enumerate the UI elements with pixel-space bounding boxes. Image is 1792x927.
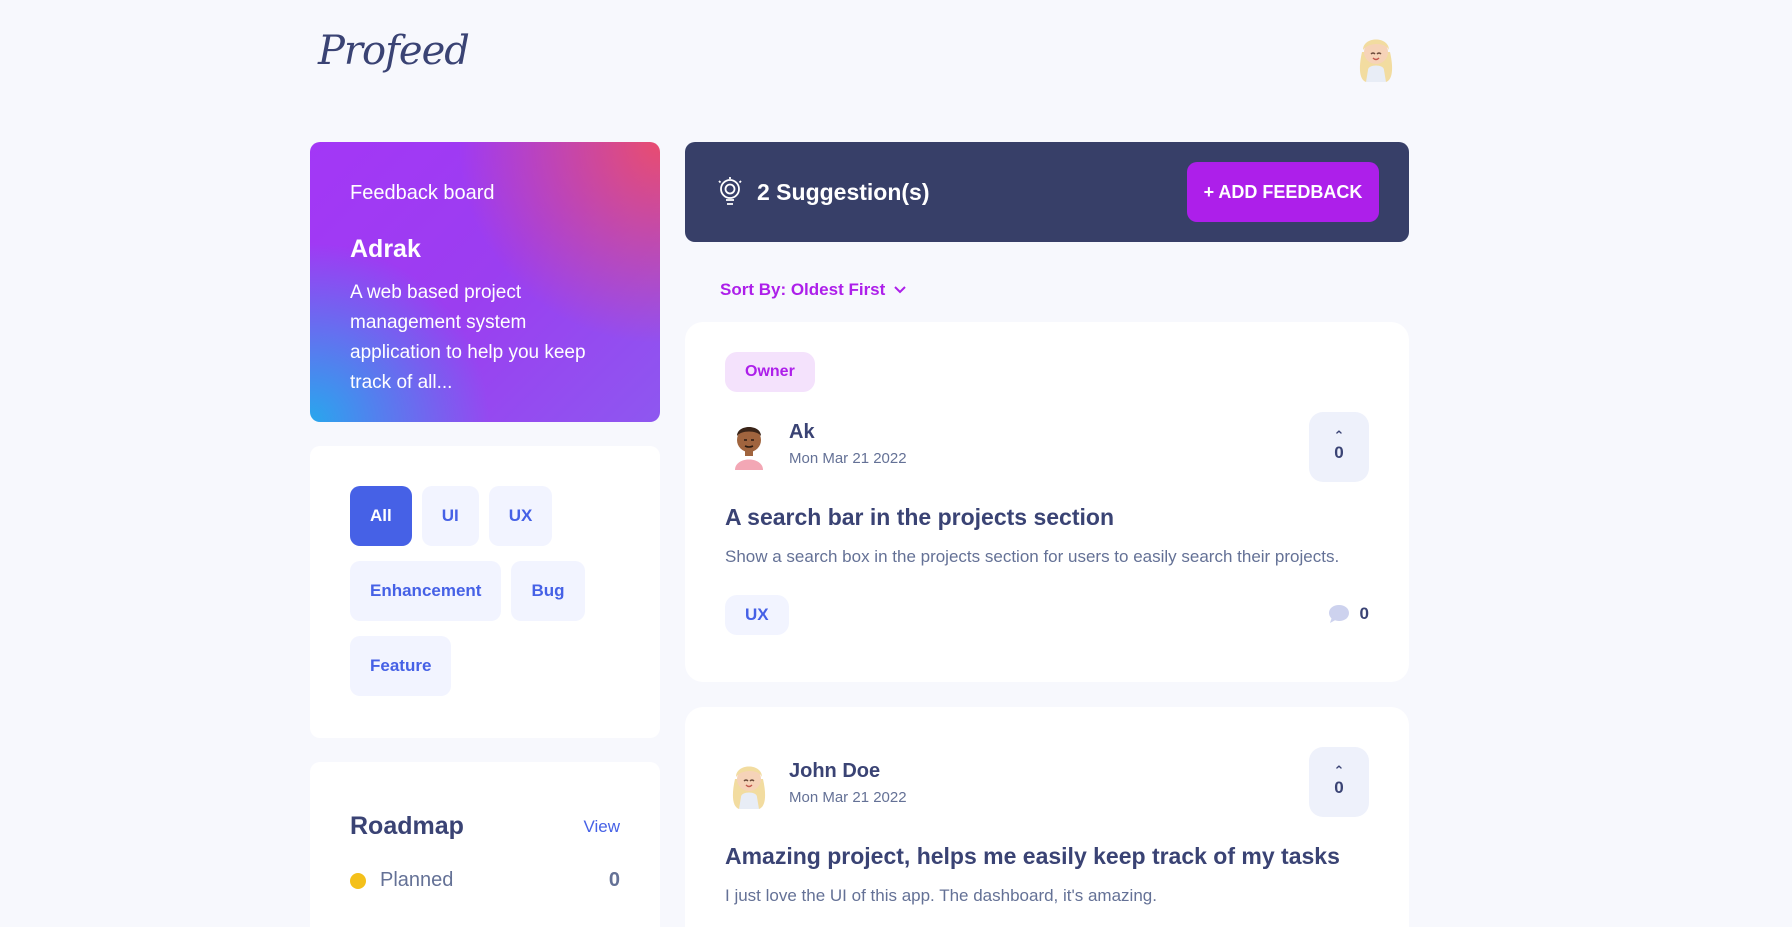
feedback-title[interactable]: A search bar in the projects section [725, 504, 1369, 531]
chevron-up-icon: ⌃ [1333, 763, 1345, 778]
category-filter-card: All UI UX Enhancement Bug Feature [310, 446, 660, 738]
chevron-down-icon [894, 286, 907, 294]
feedback-card[interactable]: Owner Ak Mon Mar 21 2022 ⌃ 0 A search ba… [685, 322, 1409, 682]
sort-label: Sort By: Oldest First [720, 280, 886, 299]
filter-enhancement[interactable]: Enhancement [350, 561, 502, 621]
roadmap-title: Roadmap [350, 812, 464, 840]
board-info-card: Feedback board Adrak A web based project… [310, 142, 660, 422]
board-title: Adrak [350, 235, 421, 263]
upvote-button[interactable]: ⌃ 0 [1309, 747, 1369, 817]
feedback-author: Ak Mon Mar 21 2022 [725, 418, 1369, 470]
filter-feature[interactable]: Feature [350, 636, 452, 696]
roadmap-card: Roadmap View Planned 0 [310, 762, 660, 927]
feedback-description: I just love the UI of this app. The dash… [725, 886, 1157, 905]
filter-all[interactable]: All [350, 486, 412, 546]
user-avatar[interactable] [1352, 30, 1400, 82]
feedback-title[interactable]: Amazing project, helps me easily keep tr… [725, 843, 1369, 870]
feedback-category-tag: UX [725, 595, 789, 635]
app-logo[interactable]: Profeed [318, 28, 470, 74]
filter-ui[interactable]: UI [421, 486, 479, 546]
board-label: Feedback board [350, 182, 495, 204]
comment-icon [1328, 605, 1349, 623]
avatar [732, 766, 766, 809]
author-name: John Doe [789, 760, 881, 782]
upvote-button[interactable]: ⌃ 0 [1309, 412, 1369, 482]
roadmap-item-label: Planned [380, 869, 454, 891]
upvote-count: 0 [1334, 443, 1344, 462]
feedback-author: John Doe Mon Mar 21 2022 [725, 757, 1369, 809]
feedback-card[interactable]: John Doe Mon Mar 21 2022 ⌃ 0 Amazing pro… [685, 707, 1409, 927]
author-name: Ak [789, 421, 815, 443]
owner-badge: Owner [725, 352, 815, 392]
board-description: A web based project management system ap… [350, 282, 586, 393]
upvote-count: 0 [1334, 778, 1344, 797]
suggestions-header: 2 Suggestion(s) + ADD FEEDBACK [685, 142, 1409, 242]
planned-status-dot [350, 872, 366, 889]
filter-bug[interactable]: Bug [511, 561, 585, 621]
roadmap-item-planned: Planned 0 [350, 869, 620, 892]
suggestion-count: 2 Suggestion(s) [757, 178, 930, 205]
chevron-up-icon: ⌃ [1333, 428, 1345, 443]
sort-dropdown[interactable]: Sort By: Oldest First [720, 280, 907, 300]
post-date: Mon Mar 21 2022 [789, 450, 907, 467]
feedback-description: Show a search box in the projects sectio… [725, 547, 1340, 566]
comment-count-value: 0 [1359, 604, 1369, 623]
add-feedback-button[interactable]: + ADD FEEDBACK [1187, 162, 1379, 222]
roadmap-view-link[interactable]: View [583, 817, 620, 837]
lightbulb-icon [718, 177, 742, 205]
avatar [735, 427, 763, 470]
filter-ux[interactable]: UX [488, 486, 553, 546]
post-date: Mon Mar 21 2022 [789, 789, 907, 806]
roadmap-item-count: 0 [608, 869, 620, 891]
comment-count[interactable]: 0 [1328, 604, 1369, 624]
